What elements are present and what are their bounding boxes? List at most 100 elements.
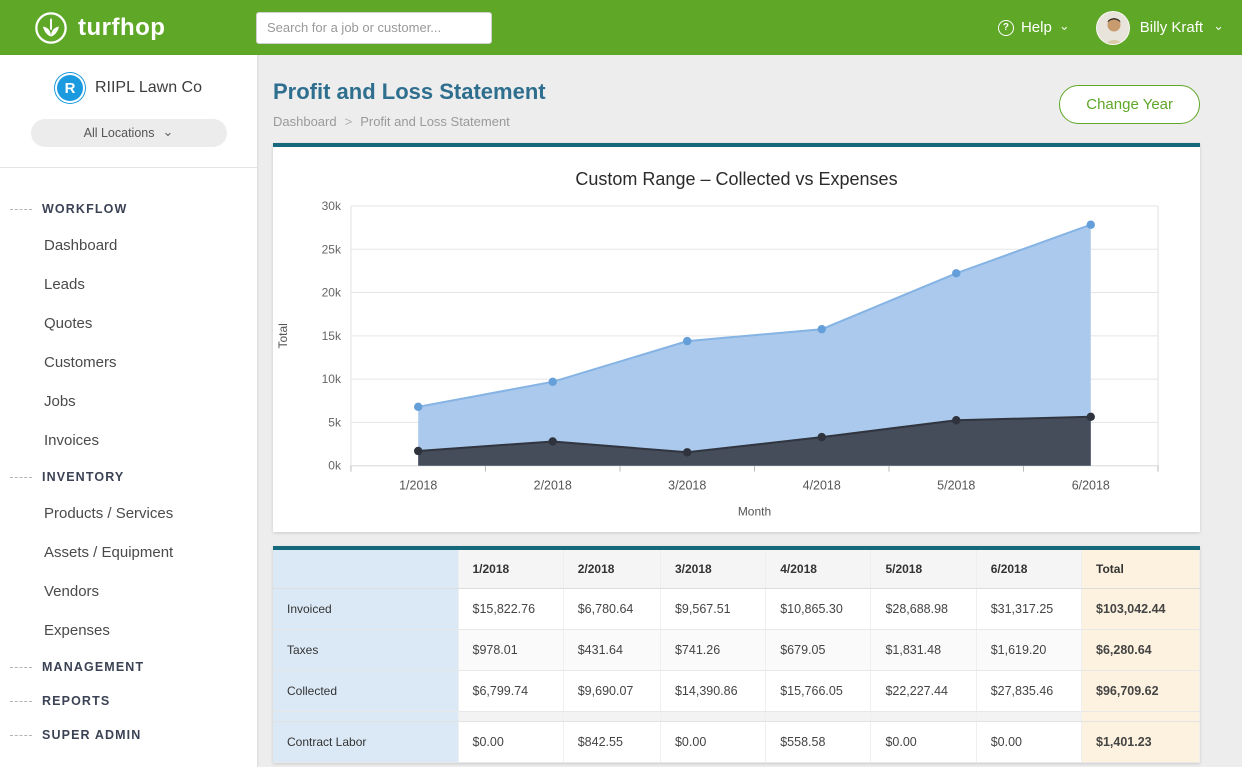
cell-value: $0.00 [976, 721, 1081, 762]
chart-card: Custom Range – Collected vs Expenses 0k 5… [273, 143, 1200, 532]
sidebar-nav: WORKFLOWDashboardLeadsQuotesCustomersJob… [0, 168, 257, 752]
sidebar-item-jobs[interactable]: Jobs [0, 382, 257, 421]
cell-value: $0.00 [871, 721, 976, 762]
location-label: All Locations [84, 126, 155, 140]
company-name: RIIPL Lawn Co [95, 79, 202, 97]
change-year-button[interactable]: Change Year [1059, 85, 1200, 124]
breadcrumb-current: Profit and Loss Statement [360, 114, 510, 129]
cell-value: $6,780.64 [563, 588, 660, 629]
table-row-collected: Collected$6,799.74$9,690.07$14,390.86$15… [273, 670, 1200, 711]
table-header-row: 1/20182/20183/20184/20185/20186/2018Tota… [273, 550, 1200, 589]
cell-value: $15,822.76 [458, 588, 563, 629]
sidebar-section-reports[interactable]: REPORTS [0, 684, 257, 718]
chevron-down-icon: ⌄ [1059, 18, 1070, 34]
chart-point-collected [549, 378, 557, 386]
sidebar-item-vendors[interactable]: Vendors [0, 572, 257, 611]
y-tick-label: 5k [328, 415, 341, 429]
cell-value: $27,835.46 [976, 670, 1081, 711]
table-col-2-2018: 2/2018 [563, 550, 660, 589]
table-body: Invoiced$15,822.76$6,780.64$9,567.51$10,… [273, 588, 1200, 762]
user-menu[interactable]: Billy Kraft ⌄ [1096, 11, 1224, 45]
sidebar-item-products-services[interactable]: Products / Services [0, 494, 257, 533]
y-tick-label: 15k [322, 329, 341, 343]
app-root: turfhop ? Help ⌄ Billy Kraft ⌄ [0, 0, 1242, 767]
cell-value: $6,799.74 [458, 670, 563, 711]
cell-value: $978.01 [458, 629, 563, 670]
avatar [1096, 11, 1130, 45]
help-icon: ? [998, 20, 1014, 36]
table-col-6-2018: 6/2018 [976, 550, 1081, 589]
cell-value: $431.64 [563, 629, 660, 670]
sidebar-item-invoices[interactable]: Invoices [0, 421, 257, 460]
search-input[interactable] [256, 12, 492, 44]
cell-value: $9,690.07 [563, 670, 660, 711]
cell-total: $6,280.64 [1082, 629, 1200, 670]
main-content: Profit and Loss Statement Dashboard > Pr… [257, 55, 1242, 767]
table-col-total: Total [1082, 550, 1200, 589]
sidebar-item-assets-equipment[interactable]: Assets / Equipment [0, 533, 257, 572]
page-head: Profit and Loss Statement Dashboard > Pr… [273, 79, 1200, 129]
chevron-down-icon: ⌄ [162, 124, 173, 140]
y-tick-label: 30k [322, 199, 341, 213]
sidebar-item-quotes[interactable]: Quotes [0, 304, 257, 343]
chart-point-collected [1087, 221, 1095, 229]
x-axis-label: Month [738, 505, 771, 519]
chart-title: Custom Range – Collected vs Expenses [273, 169, 1200, 190]
x-tick-label: 6/2018 [1072, 479, 1110, 493]
cell-value: $10,865.30 [766, 588, 871, 629]
chart-point-collected [818, 325, 826, 333]
table-spacer-row [273, 711, 1200, 721]
y-tick-label: 10k [322, 372, 341, 386]
sidebar-item-leads[interactable]: Leads [0, 265, 257, 304]
sidebar-item-dashboard[interactable]: Dashboard [0, 226, 257, 265]
pl-chart-svg: 0k5k10k15k20k25k30k1/20182/20183/20184/2… [273, 192, 1200, 526]
sidebar-section-management[interactable]: MANAGEMENT [0, 650, 257, 684]
breadcrumb: Dashboard > Profit and Loss Statement [273, 114, 546, 129]
sidebar-section-super-admin[interactable]: SUPER ADMIN [0, 718, 257, 752]
table-col-4-2018: 4/2018 [766, 550, 871, 589]
cell-value: $9,567.51 [660, 588, 765, 629]
sidebar-section-inventory[interactable]: INVENTORY [0, 460, 257, 494]
table-card: 1/20182/20183/20184/20185/20186/2018Tota… [273, 546, 1200, 763]
top-bar: turfhop ? Help ⌄ Billy Kraft ⌄ [0, 0, 1242, 55]
table-col-3-2018: 3/2018 [660, 550, 765, 589]
cell-value: $1,831.48 [871, 629, 976, 670]
breadcrumb-dashboard[interactable]: Dashboard [273, 114, 337, 129]
logo-text: turfhop [78, 14, 165, 42]
x-tick-label: 1/2018 [399, 479, 437, 493]
cell-value: $28,688.98 [871, 588, 976, 629]
sidebar-item-customers[interactable]: Customers [0, 343, 257, 382]
cell-value: $842.55 [563, 721, 660, 762]
cell-value: $22,227.44 [871, 670, 976, 711]
table-col-1-2018: 1/2018 [458, 550, 563, 589]
page-title: Profit and Loss Statement [273, 79, 546, 105]
chart-point-expenses [683, 448, 691, 456]
cell-total: $96,709.62 [1082, 670, 1200, 711]
chart-point-collected [952, 269, 960, 277]
help-menu[interactable]: ? Help ⌄ [998, 19, 1070, 36]
sidebar-item-expenses[interactable]: Expenses [0, 611, 257, 650]
row-label: Contract Labor [273, 721, 458, 762]
y-axis-label: Total [276, 323, 290, 348]
chart-point-expenses [414, 447, 422, 455]
row-label: Invoiced [273, 588, 458, 629]
y-tick-label: 0k [328, 459, 341, 473]
pl-table: 1/20182/20183/20184/20185/20186/2018Tota… [273, 550, 1200, 763]
x-tick-label: 2/2018 [534, 479, 572, 493]
user-name: Billy Kraft [1140, 19, 1203, 36]
chart-point-expenses [952, 416, 960, 424]
table-row-taxes: Taxes$978.01$431.64$741.26$679.05$1,831.… [273, 629, 1200, 670]
cell-value: $14,390.86 [660, 670, 765, 711]
location-selector[interactable]: All Locations ⌄ [31, 119, 227, 147]
y-tick-label: 20k [322, 286, 341, 300]
sidebar-section-workflow[interactable]: WORKFLOW [0, 192, 257, 226]
company-logo-icon: R [55, 73, 85, 103]
chevron-down-icon: ⌄ [1213, 18, 1224, 34]
company-block: R RIIPL Lawn Co All Locations ⌄ [0, 55, 257, 168]
row-label: Taxes [273, 629, 458, 670]
cell-value: $1,619.20 [976, 629, 1081, 670]
table-col-5-2018: 5/2018 [871, 550, 976, 589]
table-row-contract-labor: Contract Labor$0.00$842.55$0.00$558.58$0… [273, 721, 1200, 762]
chart-point-expenses [1087, 413, 1095, 421]
turfhop-logo[interactable]: turfhop [34, 11, 256, 45]
